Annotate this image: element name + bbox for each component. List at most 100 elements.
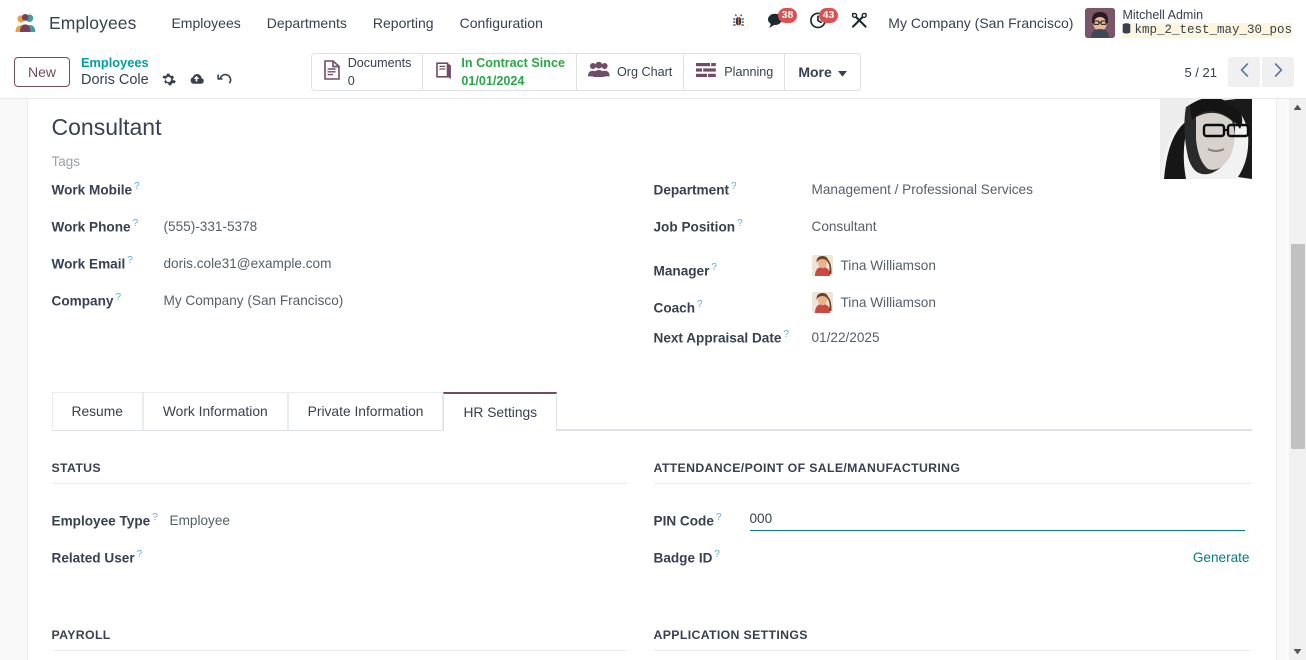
help-tooltip-icon[interactable]: ? — [731, 181, 737, 192]
menu-item-employees[interactable]: Employees — [158, 9, 253, 37]
help-tooltip-icon[interactable]: ? — [152, 512, 158, 523]
people-group-icon — [587, 61, 610, 84]
form-column-left: Work Mobile? Work Phone? (555)-331-5378 … — [52, 181, 652, 366]
messages-button[interactable]: 38 — [755, 6, 798, 40]
avatar — [1085, 8, 1116, 38]
field-value[interactable]: Tina Williamson — [811, 254, 936, 276]
scrollbar-gutter — [1284, 99, 1289, 660]
help-tooltip-icon[interactable]: ? — [115, 292, 121, 303]
messages-counter: 38 — [777, 8, 798, 23]
more-label: More — [798, 64, 832, 80]
apps-switcher-button[interactable] — [839, 6, 880, 40]
stat-documents-count: 0 — [347, 74, 355, 88]
planning-bars-icon — [695, 62, 717, 83]
record-form-sheet: Consultant Tags Work Mobile ? Work Phone… — [26, 99, 1277, 660]
help-tooltip-icon[interactable]: ? — [783, 329, 789, 340]
field-value[interactable]: Management / Professional Services — [812, 182, 1033, 197]
field-value[interactable]: doris.cole31@example.com — [164, 256, 332, 271]
form-header: Consultant Tags — [52, 99, 1252, 181]
help-tooltip-icon[interactable]: ? — [134, 181, 140, 192]
document-icon — [323, 59, 341, 85]
scroll-down-arrow[interactable] — [1289, 643, 1306, 660]
help-tooltip-icon[interactable]: ? — [737, 218, 743, 229]
stat-contract-label: In Contract Since — [461, 55, 565, 70]
tags-placeholder[interactable]: Tags — [52, 154, 1160, 169]
vertical-scrollbar[interactable] — [1284, 99, 1306, 660]
app-brand[interactable]: Employees — [14, 13, 136, 34]
field-label: Related User? — [51, 548, 143, 566]
field-company: Company? My Company (San Francisco) — [52, 292, 642, 329]
breadcrumb-current-record: Doris Cole — [81, 71, 149, 88]
pager-next-button[interactable] — [1262, 57, 1294, 87]
scroll-up-arrow[interactable] — [1289, 99, 1306, 116]
user-menu[interactable]: Mitchell Admin kmp_2_test_may_30_pos — [1085, 8, 1296, 38]
stat-button-org-chart[interactable]: Org Chart — [576, 54, 685, 90]
field-label: Work Phone? — [51, 217, 139, 235]
more-dropdown-button[interactable]: More — [785, 54, 859, 90]
stat-button-contract[interactable]: In Contract Since 01/01/2024 — [423, 54, 577, 90]
field-coach: Coach? Tina Williamson — [654, 291, 1242, 329]
help-tooltip-icon[interactable]: ? — [714, 549, 720, 560]
breadcrumb: Employees Doris Cole — [81, 55, 233, 89]
field-department: Department? Management / Professional Se… — [654, 181, 1242, 218]
field-value[interactable]: My Company (San Francisco) — [164, 293, 344, 308]
field-related-user: Related User? — [52, 539, 628, 576]
help-tooltip-icon[interactable]: ? — [133, 218, 139, 229]
app-name: Employees — [49, 12, 137, 33]
help-tooltip-icon[interactable]: ? — [127, 255, 133, 266]
breadcrumb-parent-employees[interactable]: Employees — [81, 55, 233, 71]
field-job-position: Job Position? Consultant — [654, 218, 1242, 255]
field-work-email: Work Email? doris.cole31@example.com — [52, 255, 642, 292]
tab-private-information[interactable]: Private Information — [287, 391, 444, 431]
menu-item-reporting[interactable]: Reporting — [360, 9, 447, 37]
notebook-tabs: Resume Work Information Private Informat… — [51, 391, 1252, 431]
gear-icon[interactable] — [161, 72, 176, 87]
field-value[interactable]: Employee — [170, 513, 230, 528]
stat-org-chart-label: Org Chart — [616, 64, 673, 79]
stat-buttons: Documents 0 In Contract Since 01/01/2024 — [310, 53, 861, 91]
wrench-screwdriver-icon — [850, 11, 869, 35]
cloud-upload-icon[interactable] — [188, 72, 205, 87]
chevron-right-icon — [1274, 62, 1283, 82]
generate-badge-button[interactable]: Generate — [1193, 550, 1252, 565]
tab-resume[interactable]: Resume — [51, 391, 143, 431]
form-scroll-area: Consultant Tags Work Mobile ? Work Phone… — [0, 99, 1306, 660]
tab-hr-settings[interactable]: HR Settings — [443, 391, 558, 431]
field-label: Work Mobile? — [51, 180, 140, 198]
field-value[interactable]: 01/22/2025 — [812, 330, 880, 345]
stat-button-planning[interactable]: Planning — [684, 54, 786, 90]
field-label: Job Position? — [653, 217, 743, 235]
employee-photo[interactable] — [1159, 99, 1252, 179]
systray: 38 43 My Company (San Francisco) Mitchel… — [722, 6, 1296, 40]
new-button[interactable]: New — [14, 56, 71, 88]
debug-menu-button[interactable] — [722, 6, 755, 40]
menu-item-configuration[interactable]: Configuration — [447, 9, 556, 37]
field-value[interactable]: Tina Williamson — [811, 291, 936, 313]
help-tooltip-icon[interactable]: ? — [716, 512, 722, 523]
pin-code-input[interactable] — [749, 509, 1245, 532]
pager-previous-button[interactable] — [1228, 57, 1260, 87]
field-value[interactable]: Consultant — [812, 219, 877, 234]
hr-pane-left: STATUS Employee Type? Employee Related U… — [51, 461, 652, 660]
scrollbar-thumb[interactable] — [1291, 244, 1305, 449]
help-tooltip-icon[interactable]: ? — [697, 299, 703, 310]
help-tooltip-icon[interactable]: ? — [137, 549, 143, 560]
field-value[interactable]: (555)-331-5378 — [164, 219, 258, 234]
field-label: Company? — [51, 291, 122, 309]
help-tooltip-icon[interactable]: ? — [711, 262, 717, 273]
stat-contract-date: 01/01/2024 — [461, 74, 525, 88]
field-work-phone: Work Phone? (555)-331-5378 — [52, 218, 642, 255]
field-label: Next Appraisal Date? — [653, 328, 790, 346]
activities-button[interactable]: 43 — [798, 6, 839, 40]
company-switcher[interactable]: My Company (San Francisco) — [880, 15, 1085, 31]
manager-avatar — [811, 254, 833, 276]
record-pager: 5 / 21 — [1184, 57, 1294, 87]
database-icon — [1122, 22, 1131, 38]
field-employee-type: Employee Type? Employee — [52, 502, 628, 539]
menu-item-departments[interactable]: Departments — [254, 9, 360, 37]
field-label: PIN Code? — [653, 511, 722, 529]
tab-work-information[interactable]: Work Information — [142, 391, 288, 431]
discard-undo-icon[interactable] — [217, 72, 233, 87]
section-title-status: STATUS — [51, 461, 628, 484]
stat-button-documents[interactable]: Documents 0 — [311, 54, 424, 90]
